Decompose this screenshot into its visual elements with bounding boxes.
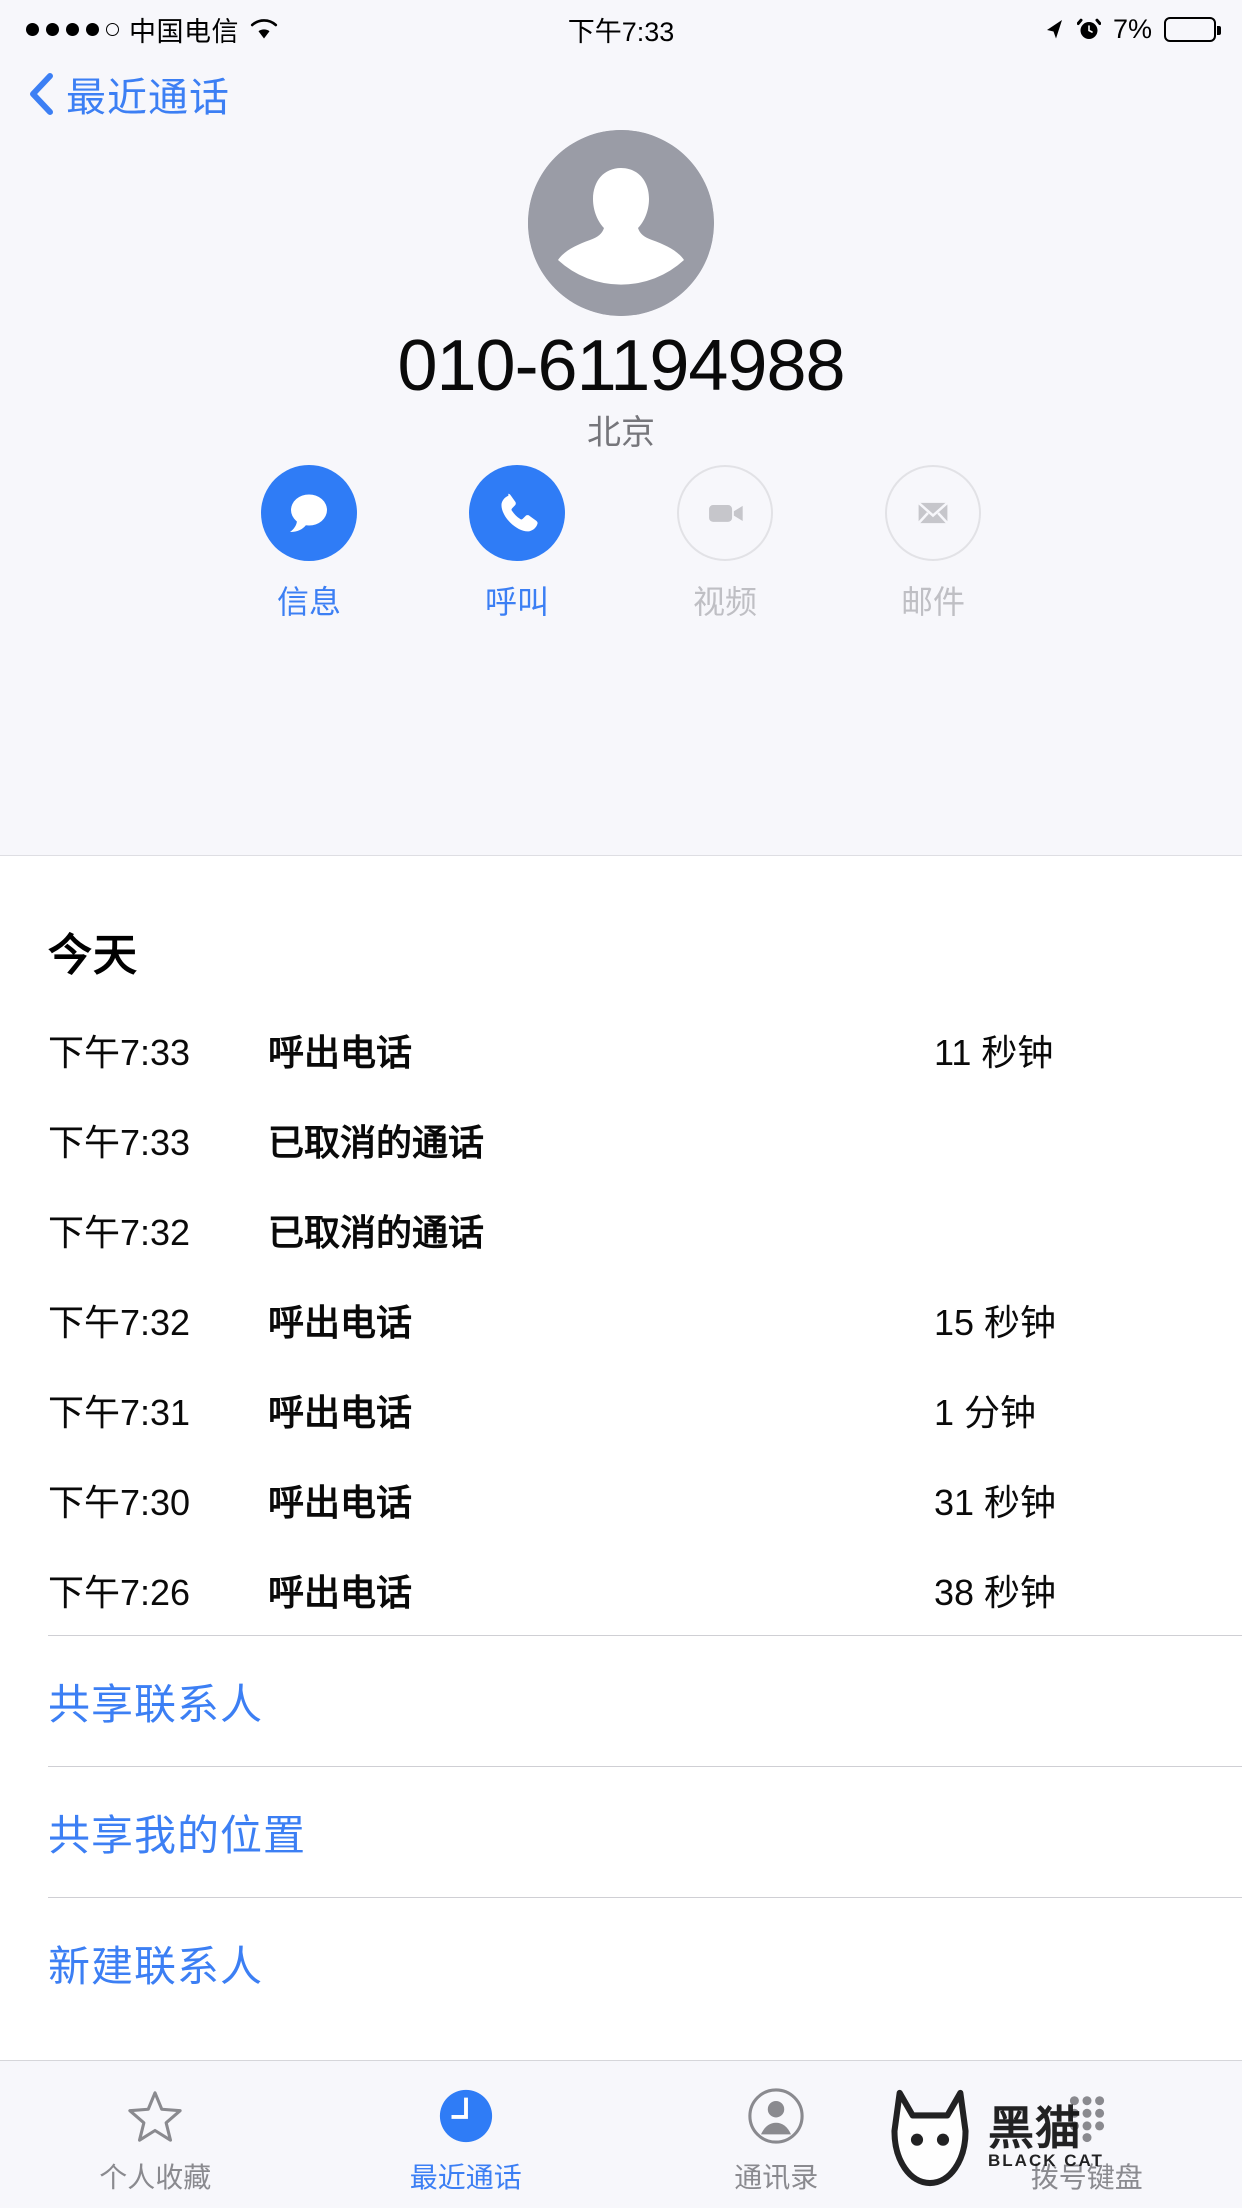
person-placeholder-icon [528,130,714,316]
call-row[interactable]: 下午7:32 呼出电话 15 秒钟 [0,1275,1242,1365]
action-button-mail[interactable]: 邮件 [885,465,981,623]
call-type: 呼出电话 [268,1392,413,1433]
signal-dot [46,22,59,36]
action-button-call[interactable]: 呼叫 [469,465,565,623]
signal-dot [86,22,99,36]
tab-contacts[interactable]: 通讯录 [621,2061,932,2208]
call-duration: 31 秒钟 [934,1482,1057,1523]
keypad-icon [1057,2086,1117,2146]
call-row[interactable]: 下午7:31 呼出电话 1 分钟 [0,1365,1242,1455]
phone-call-detail-screen: 中国电信 下午7:33 7% 最近通话 010-61194988 北京 信息 呼… [0,0,1242,2208]
call-time: 下午7:26 [48,1572,191,1613]
call-history-list: 今天 下午7:33 呼出电话 11 秒钟 下午7:33 已取消的通话 下午7:32 已取消的… [0,857,1242,2028]
message-bubble-icon [290,494,327,532]
tab-bar: 个人收藏 最近通话 通讯录 拨号键盘 [0,2060,1242,2208]
call-type: 呼出电话 [268,1482,413,1523]
envelope-icon [917,501,949,525]
mail-button-circle [885,465,981,561]
video-camera-icon [709,505,743,522]
call-type: 已取消的通话 [268,1122,485,1163]
alarm-clock-icon [1076,17,1102,41]
link-action-label: 共享我的位置 [48,1811,307,1859]
carrier-name: 中国电信 [129,16,239,47]
call-rows-container: 下午7:33 呼出电话 11 秒钟 下午7:33 已取消的通话 下午7:32 已取消的通话下… [0,1005,1242,1635]
link-action-new-contact[interactable]: 新建联系人 [0,1898,1242,2028]
action-label-call: 呼叫 [484,584,549,620]
clock-icon [436,2086,496,2146]
wifi-icon [249,17,279,41]
tab-favorites[interactable]: 个人收藏 [0,2061,311,2208]
action-button-video[interactable]: 视频 [677,465,773,623]
call-duration: 15 秒钟 [934,1302,1057,1343]
status-bar-left: 中国电信 [26,10,279,49]
tab-label-favorites: 个人收藏 [99,2161,212,2193]
call-time: 下午7:30 [48,1482,191,1523]
call-time: 下午7:32 [48,1302,191,1343]
call-duration: 11 秒钟 [934,1032,1054,1073]
call-duration: 38 秒钟 [934,1572,1057,1613]
call-type: 已取消的通话 [268,1212,485,1253]
day-section-header: 今天 [48,931,138,980]
call-time: 下午7:31 [48,1392,191,1433]
call-duration: 1 分钟 [934,1392,1037,1433]
action-label-video: 视频 [692,584,757,620]
contact-header: 010-61194988 北京 信息 呼叫 视频 邮件 [0,130,1242,856]
action-buttons-row: 信息 呼叫 视频 邮件 [0,465,1242,623]
link-action-share-contact[interactable]: 共享联系人 [0,1636,1242,1766]
call-time: 下午7:33 [48,1032,191,1073]
call-time: 下午7:32 [48,1212,191,1253]
navigation-bar: 最近通话 [0,58,1242,130]
link-actions-container: 共享联系人共享我的位置 新建联系人 [0,1635,1242,2028]
status-bar-right: 7% [1043,13,1221,45]
call-row[interactable]: 下午7:33 呼出电话 11 秒钟 [0,1005,1242,1095]
call-type: 呼出电话 [268,1302,413,1343]
video-button-circle [677,465,773,561]
link-action-label: 新建联系人 [48,1942,264,1990]
message-button-circle [261,465,357,561]
signal-dot [66,22,79,36]
tab-keypad[interactable]: 拨号键盘 [932,2061,1242,2208]
person-icon [746,2086,806,2146]
phone-location: 北京 [587,414,655,452]
call-row[interactable]: 下午7:26 呼出电话 38 秒钟 [0,1545,1242,1635]
call-row[interactable]: 下午7:30 呼出电话 31 秒钟 [0,1455,1242,1545]
tab-label-recents: 最近通话 [409,2161,522,2193]
signal-dot-empty [106,22,119,36]
tab-label-contacts: 通讯录 [734,2161,819,2193]
location-arrow-icon [1043,17,1065,41]
call-button-circle [469,465,565,561]
battery-percent-label: 7% [1112,13,1152,44]
star-icon [125,2086,185,2146]
action-label-mail: 邮件 [900,584,965,620]
signal-strength-dots [26,22,119,36]
call-row[interactable]: 下午7:32 已取消的通话 [0,1185,1242,1275]
phone-number: 010-61194988 [397,326,845,406]
call-row[interactable]: 下午7:33 已取消的通话 [0,1095,1242,1185]
tab-recents[interactable]: 最近通话 [311,2061,622,2208]
link-action-share-location[interactable]: 共享我的位置 [0,1767,1242,1897]
signal-dot [26,22,39,36]
action-label-message: 信息 [276,584,341,620]
status-bar: 中国电信 下午7:33 7% [0,0,1242,58]
call-type: 呼出电话 [268,1032,413,1073]
battery-icon [1164,16,1221,42]
back-button[interactable]: 最近通话 [28,65,230,123]
call-time: 下午7:33 [48,1122,191,1163]
avatar [528,130,714,316]
action-button-message[interactable]: 信息 [261,465,357,623]
phone-handset-icon [501,493,538,532]
chevron-left-icon [28,72,54,116]
tab-label-keypad: 拨号键盘 [1030,2161,1143,2193]
link-action-label: 共享联系人 [48,1680,264,1728]
call-type: 呼出电话 [268,1572,413,1613]
back-button-label: 最近通话 [66,76,230,120]
